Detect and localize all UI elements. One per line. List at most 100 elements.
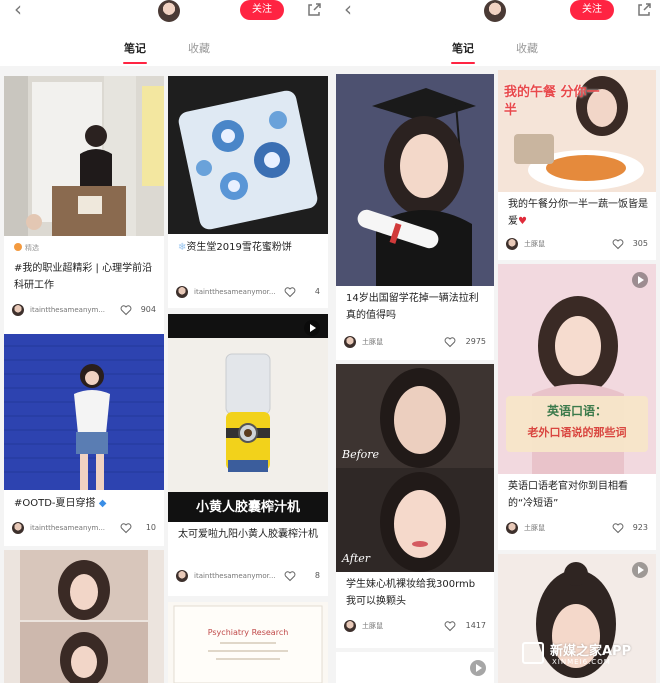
tab-bar: 笔记 收藏 (0, 40, 330, 66)
play-icon[interactable] (470, 660, 486, 676)
note-card[interactable]: ❄资生堂2019雪花蜜粉饼 itaintthesameanymor... 4 (168, 76, 328, 308)
follow-button[interactable]: 关注 (240, 0, 284, 20)
top-bar: ‹ 关注 (0, 0, 330, 22)
note-title: 太可爱啦九阳小黄人胶囊榨汁机 (178, 529, 318, 540)
heart-emoji-icon: ♥ (518, 216, 527, 227)
tag-icon (14, 243, 22, 251)
note-title: 英语口语老官对你到目相看的“冷短语” (508, 481, 628, 509)
heart-icon[interactable] (284, 570, 296, 582)
note-meta: itaintthesameanymor... 8 (176, 570, 320, 584)
tab-favorites[interactable]: 收藏 (188, 40, 210, 58)
note-title: 学生妹心机裸妆给我300rmb 我可以换颗头 (346, 579, 476, 607)
note-meta: itaintthesameanym... 904 (12, 304, 156, 318)
note-title: #OOTD-夏日穿搭 ◆ (14, 498, 107, 509)
play-icon[interactable] (632, 562, 648, 578)
username[interactable]: 土豚鼠 (362, 620, 383, 632)
like-count: 904 (140, 305, 156, 314)
username[interactable]: 土豚鼠 (524, 522, 545, 534)
note-title: 14岁出国留学花掉一辆法拉利 真的值得吗 (346, 293, 479, 321)
note-card[interactable]: #OOTD-夏日穿搭 ◆ itaintthesameanym... 10 (4, 334, 164, 546)
heart-icon[interactable] (444, 336, 456, 348)
username[interactable]: itaintthesameanymor... (194, 570, 276, 582)
username[interactable]: 土豚鼠 (524, 238, 545, 250)
play-icon[interactable] (632, 272, 648, 288)
avatar[interactable] (176, 570, 188, 582)
username[interactable]: itaintthesameanym... (30, 304, 105, 316)
watermark-logo-icon (522, 642, 544, 664)
username[interactable]: itaintthesameanym... (30, 522, 105, 534)
note-card[interactable]: 我的午餐 分你一半 我的午餐分你一半一蔬一饭皆是爱♥ 土豚鼠 305 (498, 70, 656, 260)
note-cover-image: Before After (336, 364, 494, 572)
chevron-left-icon[interactable]: ‹ (14, 0, 22, 20)
chevron-left-icon[interactable]: ‹ (344, 0, 352, 20)
tab-notes[interactable]: 笔记 (124, 40, 146, 58)
cover-caption-bottom: 老外口语说的那些词 (527, 426, 627, 439)
heart-icon[interactable] (612, 522, 624, 534)
avatar[interactable] (344, 336, 356, 348)
note-card[interactable]: 小黄人胶囊榨汁机 太可爱啦九阳小黄人胶囊榨汁机 itaintthesameany… (168, 314, 328, 596)
like-count: 10 (145, 523, 156, 532)
watermark-name: 新媒之家APP (550, 644, 632, 659)
notes-feed: 14岁出国留学花掉一辆法拉利 真的值得吗 土豚鼠 2975 我的午餐 分你一半 … (330, 66, 660, 683)
note-title: ❄资生堂2019雪花蜜粉饼 (178, 242, 292, 253)
note-cover-image: 英语口语： 老外口语说的那些词 (498, 264, 656, 474)
note-cover-image (336, 74, 494, 286)
top-bar: ‹ 关注 (330, 0, 660, 22)
cover-caption-top: 英语口语： (546, 404, 607, 418)
share-icon[interactable] (636, 2, 652, 18)
note-cover-image: Psychiatry Research (168, 602, 328, 683)
note-card[interactable]: 英语口语： 老外口语说的那些词 英语口语老官对你到目相看的“冷短语” 土豚鼠 9… (498, 264, 656, 550)
username[interactable]: 土豚鼠 (362, 336, 383, 348)
note-card[interactable]: 14岁出国留学花掉一辆法拉利 真的值得吗 土豚鼠 2975 (336, 74, 494, 360)
note-title: 我的午餐分你一半一蔬一饭皆是爱♥ (508, 199, 648, 227)
avatar[interactable] (506, 522, 518, 534)
note-meta: 土豚鼠 2975 (344, 336, 486, 350)
note-meta: 土豚鼠 305 (506, 238, 648, 252)
note-meta: 土豚鼠 923 (506, 522, 648, 536)
paper-title: Psychiatry Research (207, 628, 289, 637)
tab-bar: 笔记 收藏 (330, 40, 660, 66)
like-count: 923 (632, 523, 648, 532)
avatar[interactable] (484, 0, 506, 22)
diamond-icon: ◆ (98, 498, 107, 509)
follow-button[interactable]: 关注 (570, 0, 614, 20)
active-tab-underline (451, 62, 475, 64)
note-meta: itaintthesameanym... 10 (12, 522, 156, 536)
avatar[interactable] (344, 620, 356, 632)
cover-caption: 我的午餐 分你一半 (504, 85, 600, 118)
play-icon[interactable] (304, 320, 320, 336)
note-card[interactable]: 精选 #我的职业超精彩 | 心理学前沿科研工作 itaintthesameany… (4, 76, 164, 334)
username[interactable]: itaintthesameanymor... (194, 286, 276, 298)
avatar[interactable] (506, 238, 518, 250)
heart-icon[interactable] (120, 522, 132, 534)
heart-icon[interactable] (444, 620, 456, 632)
share-icon[interactable] (306, 2, 322, 18)
tab-notes[interactable]: 笔记 (452, 40, 474, 58)
note-card[interactable]: Psychiatry Research (168, 602, 328, 683)
like-count: 1417 (465, 621, 486, 630)
featured-tag: 精选 (14, 242, 39, 254)
notes-feed: 精选 #我的职业超精彩 | 心理学前沿科研工作 itaintthesameany… (0, 66, 330, 683)
avatar[interactable] (176, 286, 188, 298)
heart-icon[interactable] (284, 286, 296, 298)
avatar[interactable] (12, 522, 24, 534)
cover-caption: 小黄人胶囊榨汁机 (195, 500, 300, 515)
avatar[interactable] (158, 0, 180, 22)
like-count: 2975 (465, 337, 486, 346)
avatar[interactable] (12, 304, 24, 316)
note-card[interactable] (4, 550, 164, 683)
like-count: 4 (314, 287, 320, 296)
note-card[interactable] (336, 652, 494, 683)
note-cover-image: 小黄人胶囊榨汁机 (168, 314, 328, 522)
note-meta: itaintthesameanymor... 4 (176, 286, 320, 300)
note-cover-image (168, 76, 328, 234)
before-label: Before (342, 448, 380, 461)
heart-icon[interactable] (120, 304, 132, 316)
note-cover-image (4, 334, 164, 490)
note-title: #我的职业超精彩 | 心理学前沿科研工作 (14, 263, 153, 291)
tab-favorites[interactable]: 收藏 (516, 40, 538, 58)
heart-icon[interactable] (612, 238, 624, 250)
note-card[interactable]: Before After 学生妹心机裸妆给我300rmb 我可以换颗头 土豚鼠 … (336, 364, 494, 648)
left-profile-panel: ‹ 关注 笔记 收藏 精选 #我的职业超精彩 | 心理学前沿科研工作 itain… (0, 0, 330, 683)
watermark: 新媒之家APP XINMEI6.COM (522, 640, 654, 674)
